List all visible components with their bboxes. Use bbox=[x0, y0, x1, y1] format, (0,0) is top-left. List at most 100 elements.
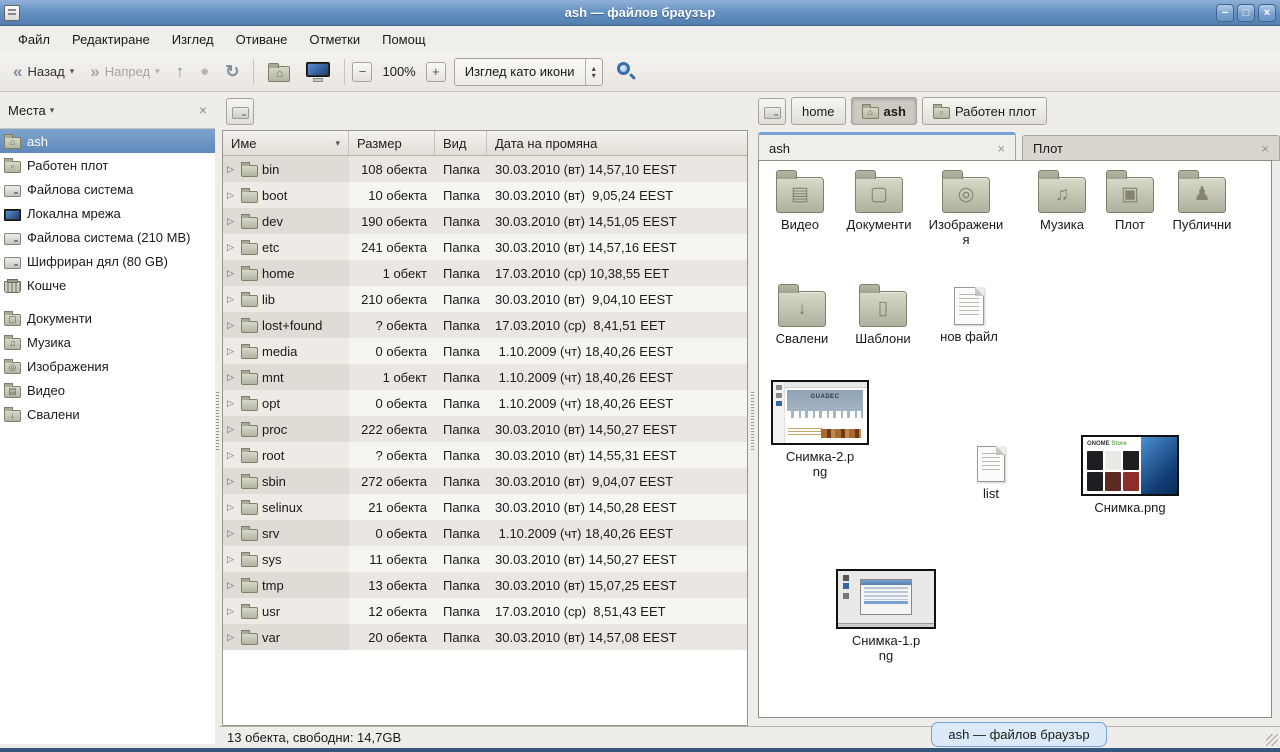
sidebar-bookmark-item[interactable]: ◎ Изображения bbox=[0, 354, 215, 378]
table-row[interactable]: ▷ bin 108 обекта Папка 30.03.2010 (вт) 1… bbox=[223, 156, 747, 182]
expander-icon[interactable]: ▷ bbox=[227, 606, 237, 617]
root-breadcrumb-button[interactable] bbox=[758, 98, 786, 125]
table-row[interactable]: ▷ home 1 обект Папка 17.03.2010 (ср) 10,… bbox=[223, 260, 747, 286]
breadcrumb-ash-button[interactable]: ⌂ ash bbox=[851, 97, 917, 125]
table-row[interactable]: ▷ media 0 обекта Папка 1.10.2009 (чт) 18… bbox=[223, 338, 747, 364]
expander-icon[interactable]: ▷ bbox=[227, 320, 237, 331]
breadcrumb-home-button[interactable]: home bbox=[791, 97, 846, 125]
menu-item[interactable]: Отметки bbox=[299, 29, 370, 50]
expander-icon[interactable]: ▷ bbox=[227, 346, 237, 357]
home-button[interactable] bbox=[261, 57, 297, 87]
zoom-in-button[interactable]: + bbox=[426, 62, 446, 82]
expander-icon[interactable]: ▷ bbox=[227, 398, 237, 409]
image-item-shot1[interactable]: Снимка-1.png bbox=[836, 569, 936, 663]
tab-close-icon[interactable]: × bbox=[997, 141, 1005, 156]
table-row[interactable]: ▷ var 20 обекта Папка 30.03.2010 (вт) 14… bbox=[223, 624, 747, 650]
sidebar-item-network[interactable]: Локална мрежа bbox=[0, 201, 215, 225]
image-item-shot2[interactable]: GUADEC Снимка-2.png bbox=[771, 380, 869, 479]
sidebar-item-encrypted-80gb[interactable]: Шифриран дял (80 GB) bbox=[0, 249, 215, 273]
forward-button[interactable]: » Напред ▾ bbox=[83, 59, 166, 84]
column-header-type[interactable]: Вид bbox=[435, 131, 487, 155]
column-header-name[interactable]: Име ▾ bbox=[223, 131, 349, 155]
places-selector[interactable]: Места ▾ bbox=[8, 103, 199, 118]
expander-icon[interactable]: ▷ bbox=[227, 190, 237, 201]
expander-icon[interactable]: ▷ bbox=[227, 450, 237, 461]
menu-item[interactable]: Файл bbox=[8, 29, 60, 50]
table-row[interactable]: ▷ proc 222 обекта Папка 30.03.2010 (вт) … bbox=[223, 416, 747, 442]
sidebar-bookmark-item[interactable]: ▢ Документи bbox=[0, 306, 215, 330]
sidebar-bookmark-item[interactable]: ♫ Музика bbox=[0, 330, 215, 354]
table-row[interactable]: ▷ tmp 13 обекта Папка 30.03.2010 (вт) 15… bbox=[223, 572, 747, 598]
tab-ash[interactable]: ash × bbox=[758, 132, 1016, 161]
breadcrumb-desktop-button[interactable]: ▫ Работен плот bbox=[922, 97, 1047, 125]
expander-icon[interactable]: ▷ bbox=[227, 528, 237, 539]
table-row[interactable]: ▷ lost+found ? обекта Папка 17.03.2010 (… bbox=[223, 312, 747, 338]
zoom-out-button[interactable]: − bbox=[352, 62, 372, 82]
maximize-button[interactable]: □ bbox=[1237, 4, 1255, 22]
folder-item[interactable]: ♟ Публични bbox=[1161, 169, 1243, 232]
expander-icon[interactable]: ▷ bbox=[227, 268, 237, 279]
menu-item[interactable]: Редактиране bbox=[62, 29, 160, 50]
expander-icon[interactable]: ▷ bbox=[227, 294, 237, 305]
folder-item[interactable]: ▣ Плот bbox=[1089, 169, 1171, 232]
close-button[interactable]: × bbox=[1258, 4, 1276, 22]
sidebar-bookmark-item[interactable]: ▤ Видео bbox=[0, 378, 215, 402]
menu-item[interactable]: Помощ bbox=[372, 29, 435, 50]
minimize-button[interactable]: − bbox=[1216, 4, 1234, 22]
image-item-shot[interactable]: GNOME Store Снимка.png bbox=[1081, 435, 1179, 515]
table-row[interactable]: ▷ usr 12 обекта Папка 17.03.2010 (ср) 8,… bbox=[223, 598, 747, 624]
table-row[interactable]: ▷ lib 210 обекта Папка 30.03.2010 (вт) 9… bbox=[223, 286, 747, 312]
table-row[interactable]: ▷ sbin 272 обекта Папка 30.03.2010 (вт) … bbox=[223, 468, 747, 494]
sidebar-bookmark-item[interactable]: ↓ Свалени bbox=[0, 402, 215, 426]
folder-item[interactable]: ▯ Шаблони bbox=[843, 283, 923, 346]
root-breadcrumb-button[interactable] bbox=[226, 98, 254, 125]
search-icon[interactable] bbox=[617, 62, 637, 82]
sidebar-item-desktop[interactable]: ▫ Работен плот bbox=[0, 153, 215, 177]
file-item-new-file[interactable]: нов файл bbox=[929, 287, 1009, 344]
expander-icon[interactable]: ▷ bbox=[227, 476, 237, 487]
pane-splitter[interactable] bbox=[215, 92, 220, 748]
back-history-caret-icon[interactable]: ▾ bbox=[70, 66, 75, 77]
table-row[interactable]: ▷ srv 0 обекта Папка 1.10.2009 (чт) 18,4… bbox=[223, 520, 747, 546]
stop-button[interactable]: ● bbox=[193, 59, 216, 84]
titlebar[interactable]: ash — файлов браузър − □ × bbox=[0, 0, 1280, 26]
folder-item[interactable]: ▢ Документи bbox=[838, 169, 920, 232]
expander-icon[interactable]: ▷ bbox=[227, 502, 237, 513]
tab-close-icon[interactable]: × bbox=[1261, 141, 1269, 156]
sidebar-item-home[interactable]: ⌂ ash bbox=[0, 129, 215, 153]
folder-item[interactable]: ↓ Свалени bbox=[762, 283, 842, 346]
sidebar-close-icon[interactable]: × bbox=[199, 102, 207, 118]
table-row[interactable]: ▷ sys 11 обекта Папка 30.03.2010 (вт) 14… bbox=[223, 546, 747, 572]
tab-desktop[interactable]: Плот × bbox=[1022, 135, 1280, 161]
table-row[interactable]: ▷ mnt 1 обект Папка 1.10.2009 (чт) 18,40… bbox=[223, 364, 747, 390]
combo-spin-icon[interactable]: ▴▾ bbox=[585, 59, 602, 85]
expander-icon[interactable]: ▷ bbox=[227, 580, 237, 591]
expander-icon[interactable]: ▷ bbox=[227, 216, 237, 227]
sidebar-item-filesystem[interactable]: Файлова система bbox=[0, 177, 215, 201]
expander-icon[interactable]: ▷ bbox=[227, 424, 237, 435]
sidebar-item-trash[interactable]: Кошче bbox=[0, 273, 215, 297]
expander-icon[interactable]: ▷ bbox=[227, 164, 237, 175]
expander-icon[interactable]: ▷ bbox=[227, 372, 237, 383]
table-row[interactable]: ▷ dev 190 обекта Папка 30.03.2010 (вт) 1… bbox=[223, 208, 747, 234]
view-mode-select[interactable]: Изглед като икони ▴▾ bbox=[454, 58, 603, 86]
file-item-list[interactable]: list bbox=[963, 446, 1019, 501]
resize-grip[interactable] bbox=[1266, 734, 1278, 746]
column-header-size[interactable]: Размер bbox=[349, 131, 435, 155]
pane-splitter[interactable] bbox=[750, 92, 755, 748]
menu-item[interactable]: Отиване bbox=[226, 29, 298, 50]
reload-button[interactable]: ↻ bbox=[218, 59, 246, 84]
expander-icon[interactable]: ▷ bbox=[227, 554, 237, 565]
expander-icon[interactable]: ▷ bbox=[227, 242, 237, 253]
table-row[interactable]: ▷ boot 10 обекта Папка 30.03.2010 (вт) 9… bbox=[223, 182, 747, 208]
computer-button[interactable] bbox=[299, 57, 337, 87]
table-row[interactable]: ▷ selinux 21 обекта Папка 30.03.2010 (вт… bbox=[223, 494, 747, 520]
table-row[interactable]: ▷ etc 241 обекта Папка 30.03.2010 (вт) 1… bbox=[223, 234, 747, 260]
table-row[interactable]: ▷ opt 0 обекта Папка 1.10.2009 (чт) 18,4… bbox=[223, 390, 747, 416]
up-button[interactable]: ↑ bbox=[169, 59, 192, 84]
expander-icon[interactable]: ▷ bbox=[227, 632, 237, 643]
column-header-date[interactable]: Дата на промяна bbox=[487, 131, 747, 155]
folder-item[interactable]: ◎ Изображения bbox=[925, 169, 1007, 247]
table-row[interactable]: ▷ root ? обекта Папка 30.03.2010 (вт) 14… bbox=[223, 442, 747, 468]
folder-item[interactable]: ▤ Видео bbox=[759, 169, 841, 232]
